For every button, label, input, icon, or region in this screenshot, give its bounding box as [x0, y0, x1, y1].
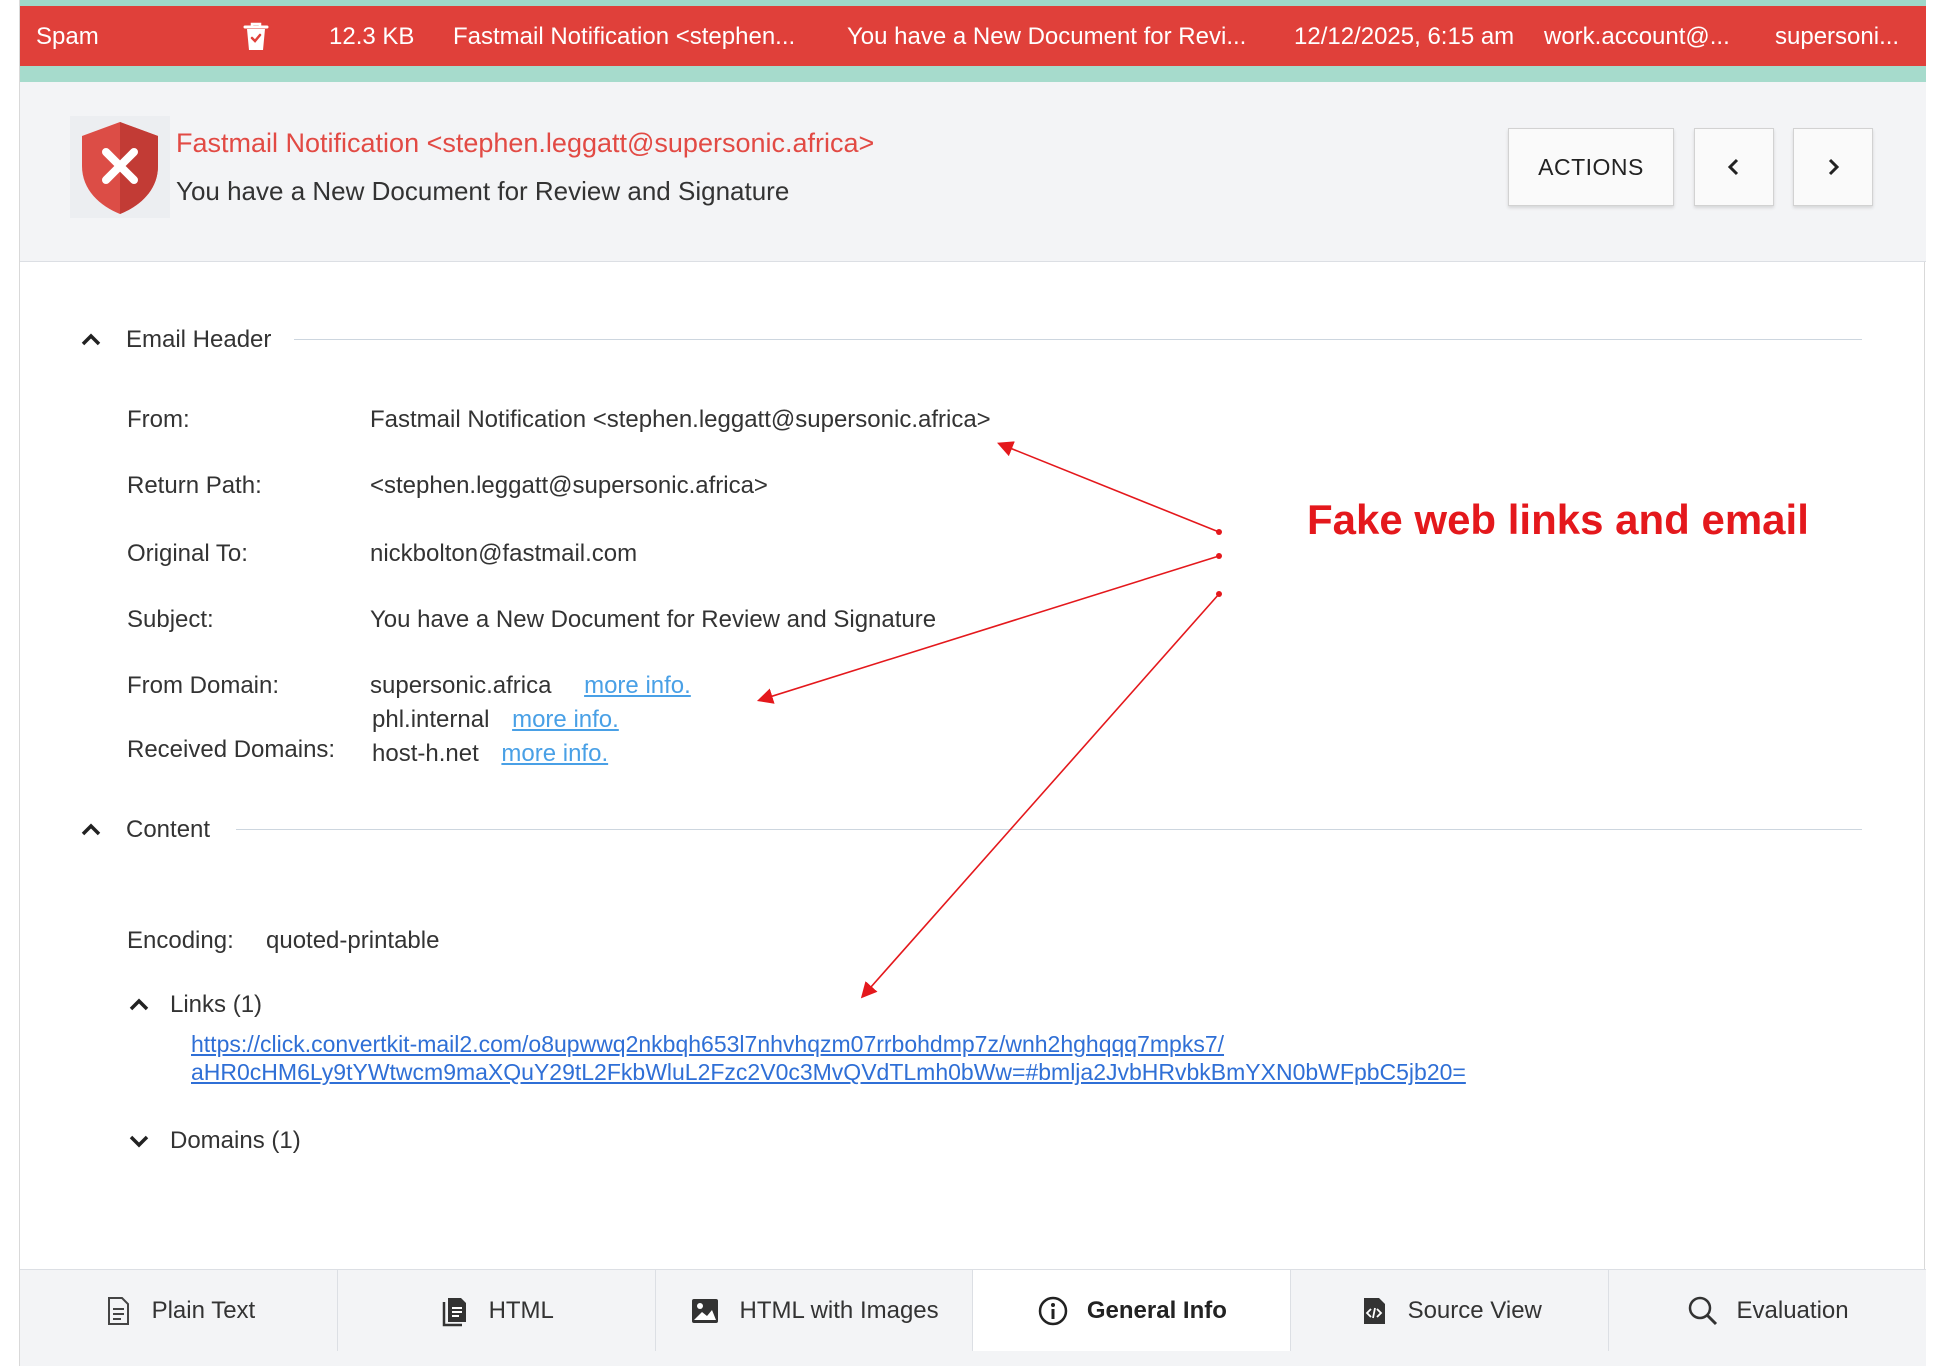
next-message-button[interactable] — [1793, 128, 1873, 206]
message-size: 12.3 KB — [329, 23, 415, 50]
message-subject: You have a New Document for Revi... — [847, 23, 1247, 50]
section-title: Email Header — [126, 326, 272, 353]
section-title: Content — [126, 816, 211, 843]
content-toggle[interactable]: Content — [78, 816, 210, 844]
encoding-value: quoted-printable — [266, 927, 440, 954]
message-date: 12/12/2025, 6:15 am — [1294, 23, 1515, 50]
view-tabs: Plain Text HTML HTML with Images General… — [20, 1269, 1926, 1351]
document-icon — [107, 1296, 129, 1325]
search-icon — [1688, 1296, 1717, 1325]
message-from: Fastmail Notification <stephen... — [453, 23, 796, 50]
bottom-strip — [20, 1351, 1926, 1366]
message-to: work.account@... — [1544, 23, 1730, 50]
received-domain-text: phl.internal — [372, 706, 490, 733]
from-value: Fastmail Notification <stephen.leggatt@s… — [370, 406, 991, 433]
previous-message-button[interactable] — [1694, 128, 1774, 206]
tab-label: Evaluation — [1736, 1296, 1849, 1324]
arrow-to-link — [860, 593, 1220, 999]
tab-general-info[interactable]: General Info — [973, 1270, 1292, 1351]
return-path-value: <stephen.leggatt@supersonic.africa> — [370, 472, 768, 499]
original-to-label: Original To: — [127, 540, 248, 567]
source-code-icon — [1363, 1297, 1385, 1324]
email-viewer: Spam 12.3 KB Fastmail Notification <step… — [19, 0, 1926, 1366]
arrow-origin-dot — [1216, 553, 1222, 559]
from-label: From: — [127, 406, 190, 433]
subject-value: You have a New Document for Review and S… — [370, 606, 937, 633]
arrow-to-from-address — [997, 441, 1220, 533]
original-to-value: nickbolton@fastmail.com — [370, 540, 638, 567]
links-label: Links (1) — [170, 991, 263, 1018]
received-domain-text: host-h.net — [372, 740, 479, 767]
received-domain-row: host-h.net more info. — [372, 740, 608, 768]
tab-html[interactable]: HTML — [337, 1270, 656, 1351]
chevron-up-icon — [129, 998, 149, 1011]
email-header-toggle[interactable]: Email Header — [78, 326, 271, 354]
encoding-label: Encoding: — [127, 927, 234, 954]
tab-label: General Info — [1086, 1296, 1227, 1324]
section-divider — [236, 829, 1862, 830]
received-domain-row: phl.internal more info. — [372, 706, 619, 734]
received-domain-more-info-link[interactable]: more info. — [501, 740, 608, 767]
from-domain-text: supersonic.africa — [370, 672, 552, 699]
chevron-right-icon — [1828, 158, 1840, 176]
tab-label: HTML with Images — [739, 1296, 939, 1324]
chevron-up-icon — [81, 333, 101, 346]
chevron-up-icon — [81, 823, 101, 836]
message-header: Fastmail Notification <stephen.leggatt@s… — [20, 82, 1926, 262]
message-domain: supersoni... — [1775, 23, 1900, 50]
header-subject: You have a New Document for Review and S… — [176, 176, 790, 206]
tab-plain-text[interactable]: Plain Text — [20, 1270, 338, 1351]
tab-label: HTML — [488, 1296, 554, 1324]
from-domain-value: supersonic.africa more info. — [370, 672, 691, 700]
subject-label: Subject: — [127, 606, 214, 633]
chevron-down-icon — [129, 1135, 149, 1148]
tab-label: Source View — [1407, 1296, 1542, 1324]
from-domain-more-info-link[interactable]: more info. — [584, 672, 691, 699]
tab-label: Plain Text — [151, 1296, 256, 1324]
chevron-left-icon — [1727, 158, 1739, 176]
section-divider — [294, 339, 1862, 340]
from-domain-label: From Domain: — [127, 672, 280, 699]
arrow-origin-dot — [1216, 529, 1222, 535]
domains-toggle[interactable]: Domains (1) — [126, 1127, 301, 1155]
return-path-label: Return Path: — [127, 472, 262, 499]
tab-source-view[interactable]: Source View — [1291, 1270, 1610, 1351]
shield-warning-icon — [70, 116, 170, 218]
domains-label: Domains (1) — [170, 1127, 301, 1154]
received-domain-more-info-link[interactable]: more info. — [512, 706, 619, 733]
header-sender: Fastmail Notification <stephen.leggatt@s… — [176, 128, 875, 158]
tab-html-with-images[interactable]: HTML with Images — [655, 1270, 974, 1351]
links-toggle[interactable]: Links (1) — [126, 991, 262, 1019]
selection-strip — [20, 66, 1926, 82]
arrow-origin-dot — [1216, 591, 1222, 597]
tab-evaluation[interactable]: Evaluation — [1609, 1270, 1926, 1351]
spam-message-row[interactable]: Spam 12.3 KB Fastmail Notification <step… — [20, 6, 1926, 66]
trash-icon[interactable] — [242, 20, 270, 52]
html-file-icon — [442, 1297, 466, 1326]
suspicious-link-line-2[interactable]: aHR0cHM6Ly9tYWtwcm9maXQuY29tL2FkbWluL2Fz… — [191, 1059, 1466, 1086]
actions-button[interactable]: ACTIONS — [1508, 128, 1674, 206]
received-domains-label: Received Domains: — [127, 736, 336, 763]
annotation-text: Fake web links and email — [1307, 496, 1809, 543]
image-icon — [692, 1298, 719, 1323]
suspicious-link-line-1[interactable]: https://click.convertkit-mail2.com/o8upw… — [191, 1031, 1224, 1058]
info-icon — [1038, 1296, 1068, 1325]
folder-label: Spam — [36, 23, 99, 50]
